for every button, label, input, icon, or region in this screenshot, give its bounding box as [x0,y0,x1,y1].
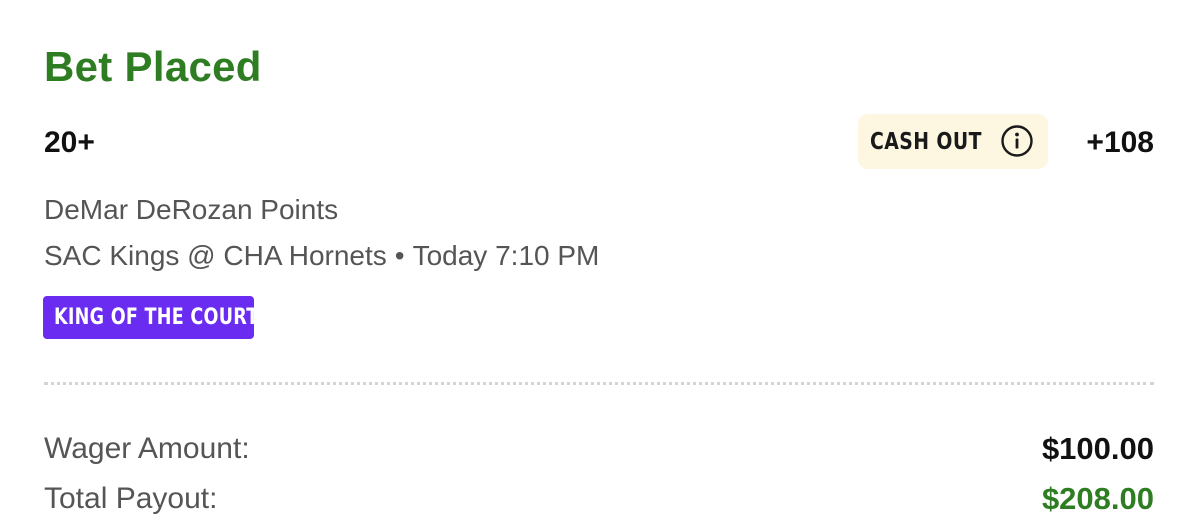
dotted-divider [44,382,1154,385]
cash-out-button[interactable]: CASH OUT [858,114,1048,169]
selection-label: 20+ [44,126,95,159]
bet-confirmation: Bet Placed 20+ CASH OUT +108 DeMar DeRoz… [0,0,1199,526]
event-details: SAC Kings @ CHA Hornets • Today 7:10 PM [44,240,599,272]
wager-label: Wager Amount: [44,432,250,465]
separator-dot: • [394,240,405,271]
wager-row: Wager Amount: $100.00 [44,430,1154,470]
page-title: Bet Placed [44,43,262,90]
info-icon[interactable] [1000,124,1034,158]
promo-badge: KING OF THE COURT [43,296,258,339]
odds-value: +108 [1086,126,1154,159]
bet-selection-row: 20+ CASH OUT +108 [44,114,1154,170]
event-start-time: Today 7:10 PM [412,240,600,271]
event-matchup: SAC Kings @ CHA Hornets [44,240,387,271]
payout-label: Total Payout: [44,482,218,515]
cash-out-label: CASH OUT [870,128,982,155]
promo-badge-label: KING OF THE COURT [54,305,259,330]
market-name: DeMar DeRozan Points [44,194,339,225]
payout-row: Total Payout: $208.00 [44,480,1154,520]
wager-value: $100.00 [1041,431,1154,466]
payout-value: $208.00 [1041,481,1154,516]
